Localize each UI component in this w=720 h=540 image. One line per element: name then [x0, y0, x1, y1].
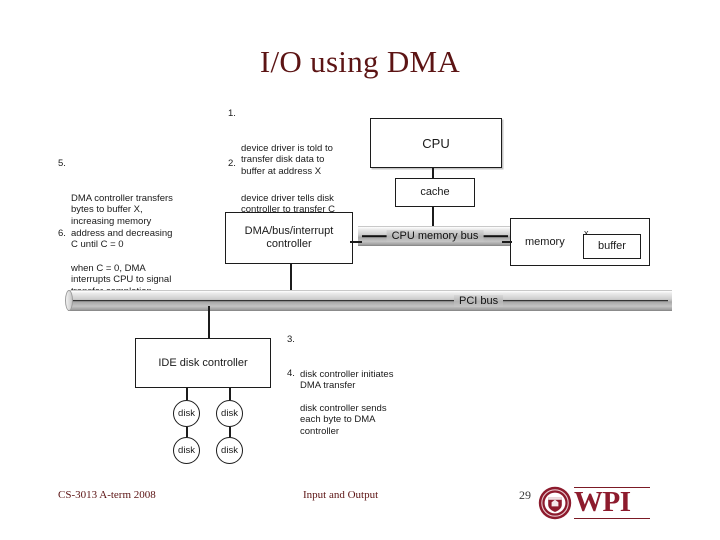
disk-4: disk: [216, 437, 243, 464]
disk-1: disk: [173, 400, 200, 427]
cache-label: cache: [420, 186, 450, 198]
memory-box: memory x buffer: [510, 218, 650, 266]
dma-membus-connector: [350, 241, 362, 243]
step-4-text: disk controller sends each byte to DMA c…: [300, 402, 387, 437]
cpu-box: CPU: [370, 118, 502, 168]
cpu-label: CPU: [422, 135, 450, 151]
footer-page-number: 29: [519, 488, 531, 502]
wpi-logo: WPI: [538, 481, 650, 525]
wpi-wordmark: WPI: [574, 486, 631, 518]
step-4-number: 4.: [287, 368, 295, 379]
cpu-memory-bus-label: CPU memory bus: [386, 230, 484, 242]
step-5-number: 5.: [58, 158, 66, 169]
disk-2-label: disk: [221, 408, 238, 419]
cpu-memory-bus: CPU memory bus: [358, 226, 512, 246]
step-1-number: 1.: [228, 108, 236, 119]
ide-disk-controller-box: IDE disk controller: [135, 338, 271, 388]
step-4-note: 4. disk controller sends each byte to DM…: [287, 368, 437, 461]
step-2-number: 2.: [228, 158, 236, 169]
memory-label: memory: [525, 236, 565, 248]
ide-disk-connector-right: [229, 388, 231, 400]
membus-memory-connector: [502, 241, 512, 243]
cpu-cache-connector: [432, 168, 434, 178]
cache-box: cache: [395, 178, 475, 207]
disk-1-label: disk: [178, 408, 195, 419]
pci-bus: PCI bus: [68, 290, 672, 311]
pci-bus-line: [72, 299, 668, 302]
pcibus-ide-connector: [208, 306, 210, 340]
wpi-seal-icon: [538, 486, 572, 520]
pci-bus-endcap: [65, 290, 73, 311]
buffer-box: buffer: [583, 234, 641, 259]
footer-course: CS-3013 A-term 2008: [58, 489, 156, 501]
page-title: I/O using DMA: [259, 44, 461, 79]
disk-2: disk: [216, 400, 243, 427]
wpi-rule-bottom: [574, 518, 650, 520]
pci-bus-label: PCI bus: [454, 294, 504, 307]
ide-disk-connector-left: [186, 388, 188, 400]
disk-chain-connector-right: [229, 427, 231, 437]
disk-4-label: disk: [221, 445, 238, 456]
dma-controller-label: DMA/bus/interrupt controller: [244, 225, 334, 250]
step-3-number: 3.: [287, 334, 295, 345]
disk-3: disk: [173, 437, 200, 464]
disk-chain-connector-left: [186, 427, 188, 437]
step-6-number: 6.: [58, 228, 66, 239]
disk-3-label: disk: [178, 445, 195, 456]
dma-controller-box: DMA/bus/interrupt controller: [225, 212, 353, 264]
dma-diagram: 1. device driver is told to transfer dis…: [50, 100, 680, 475]
slide-canvas: I/O using DMA 1. device driver is told t…: [0, 0, 720, 540]
buffer-label: buffer: [598, 240, 626, 252]
ide-disk-controller-label: IDE disk controller: [158, 356, 248, 369]
footer-topic: Input and Output: [303, 489, 379, 501]
